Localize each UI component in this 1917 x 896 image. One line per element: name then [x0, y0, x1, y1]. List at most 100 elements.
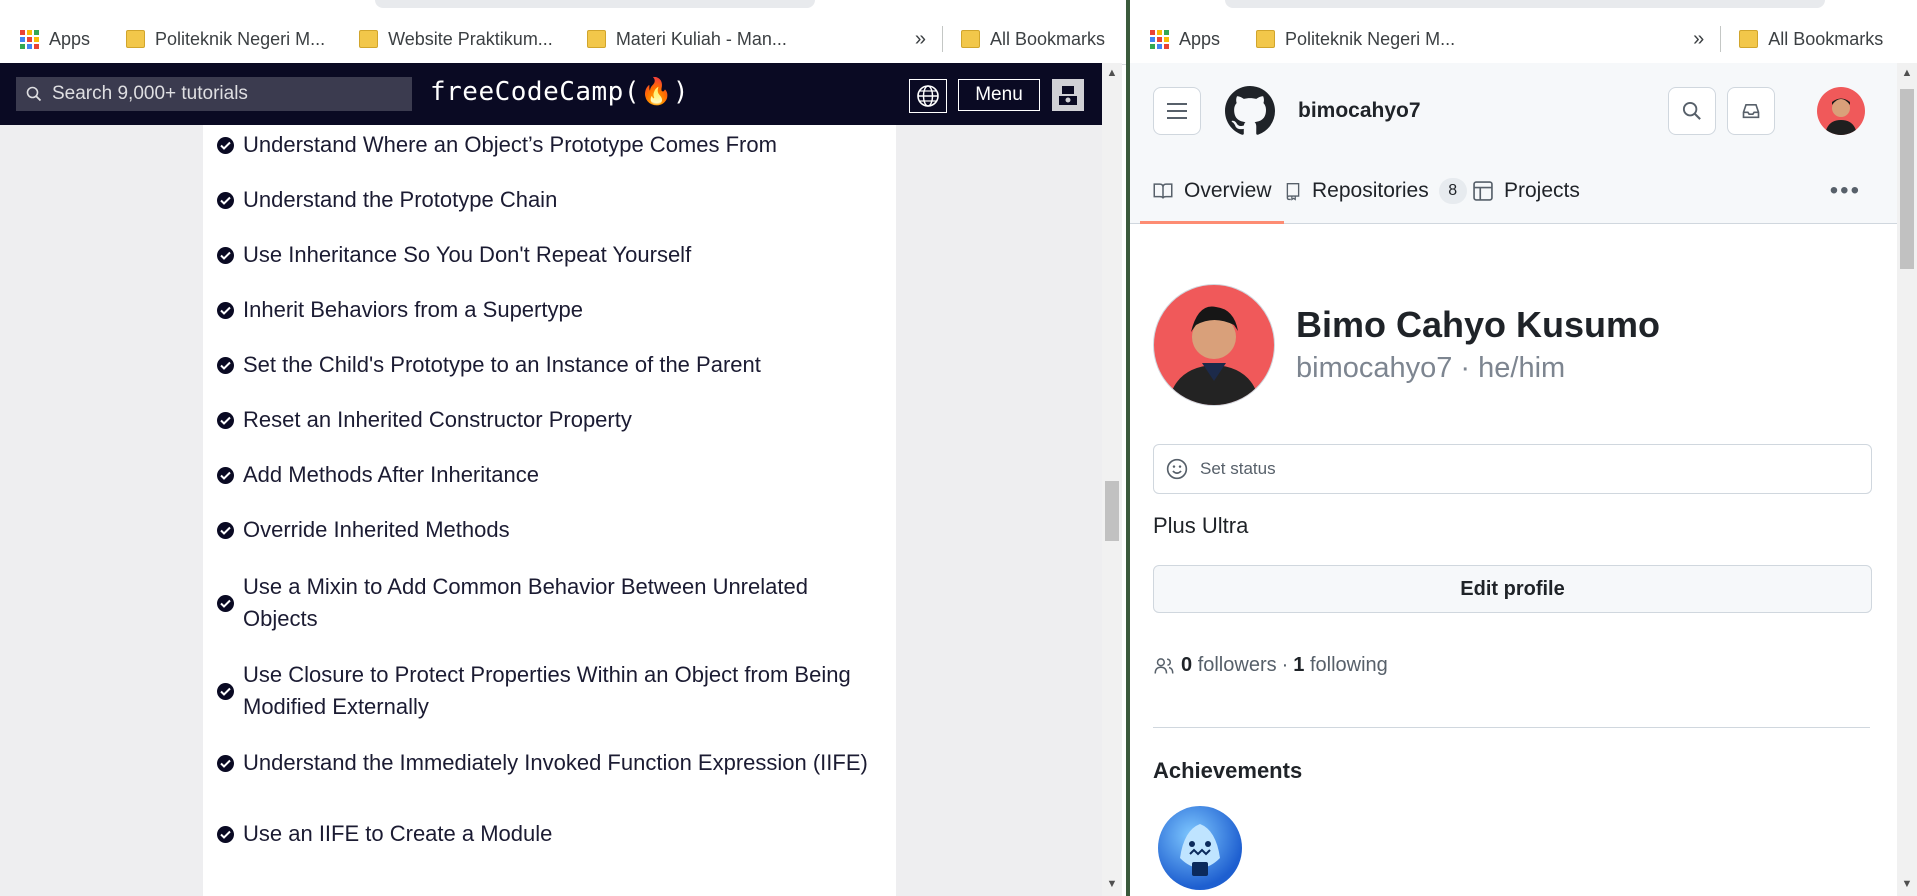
bookmark-label: All Bookmarks	[990, 28, 1106, 49]
tab-repositories[interactable]: Repositories 8	[1272, 161, 1479, 221]
profile-handle: bimocahyo7 · he/him	[1296, 352, 1566, 384]
lesson-list-card: Understand Where an Object’s Prototype C…	[203, 125, 896, 896]
fcc-logo[interactable]: freeCodeCamp(🔥)	[430, 77, 689, 107]
fcc-content-area: Understand Where an Object’s Prototype C…	[0, 125, 1102, 896]
search-placeholder: Search 9,000+ tutorials	[52, 83, 248, 104]
section-divider	[1153, 727, 1870, 728]
lesson-item[interactable]: Understand the Immediately Invoked Funct…	[217, 747, 877, 779]
lesson-item[interactable]: Set the Child's Prototype to an Instance…	[217, 349, 877, 381]
left-scrollbar[interactable]: ▲ ▼	[1102, 63, 1122, 896]
hamburger-menu-button[interactable]	[1153, 87, 1201, 135]
tab-overview[interactable]: Overview	[1140, 161, 1284, 224]
scroll-down-arrow-icon[interactable]: ▼	[1102, 878, 1122, 890]
github-logo-icon[interactable]	[1225, 86, 1275, 141]
lesson-title: Override Inherited Methods	[243, 517, 510, 542]
followers-link[interactable]: 0 followers	[1181, 654, 1277, 677]
following-link[interactable]: 1 following	[1293, 654, 1388, 677]
tab-label: Repositories	[1312, 179, 1429, 202]
avatar-icon	[1059, 86, 1077, 105]
bookmark-apps[interactable]: Apps	[0, 29, 100, 50]
followers-count: 0	[1181, 654, 1193, 676]
lesson-title: Understand the Immediately Invoked Funct…	[243, 750, 868, 775]
scroll-up-arrow-icon[interactable]: ▲	[1897, 67, 1917, 79]
bookmark-label: Materi Kuliah - Man...	[615, 28, 787, 49]
lesson-title: Use Inheritance So You Don't Repeat Your…	[243, 242, 692, 267]
set-status-button[interactable]: Set status	[1153, 444, 1872, 494]
github-header: bimocahyo7 Overview Repositories 8 Proje…	[1130, 63, 1897, 224]
menu-button[interactable]: Menu	[958, 79, 1040, 111]
lesson-item[interactable]: Override Inherited Methods	[217, 514, 877, 546]
folder-icon	[126, 30, 146, 48]
table-icon	[1473, 181, 1493, 201]
more-options-icon[interactable]: •••	[1830, 177, 1861, 205]
follow-stats: 0 followers · 1 following	[1153, 654, 1388, 677]
language-button[interactable]	[909, 79, 947, 113]
header-username[interactable]: bimocahyo7	[1298, 99, 1421, 123]
status-placeholder: Set status	[1200, 459, 1276, 478]
achievement-badge-shark-icon[interactable]	[1158, 806, 1242, 890]
left-browser-window: Apps Politeknik Negeri M... Website Prak…	[0, 0, 1126, 896]
scroll-down-arrow-icon[interactable]: ▼	[1897, 878, 1917, 890]
bookmark-item[interactable]: Politeknik Negeri M...	[1246, 29, 1465, 50]
right-browser-window: Apps Politeknik Negeri M... » All Bookma…	[1130, 0, 1917, 896]
lesson-item[interactable]: Reset an Inherited Constructor Property	[217, 404, 877, 436]
tab-label: Overview	[1184, 179, 1272, 202]
bookmarks-separator	[1720, 26, 1722, 52]
tab-label: Projects	[1504, 179, 1580, 202]
scrollbar-thumb[interactable]	[1105, 481, 1119, 541]
user-avatar-button[interactable]	[1052, 79, 1084, 111]
user-avatar[interactable]	[1817, 87, 1865, 135]
bookmark-label: Apps	[49, 28, 91, 49]
fcc-search-bar[interactable]: Search 9,000+ tutorials	[16, 77, 412, 111]
all-bookmarks-button[interactable]: All Bookmarks	[1729, 29, 1893, 50]
search-button[interactable]	[1668, 87, 1716, 135]
following-count: 1	[1293, 654, 1305, 676]
lesson-item[interactable]: Understand Where an Object’s Prototype C…	[217, 129, 877, 161]
tab-projects[interactable]: Projects	[1460, 161, 1592, 221]
folder-icon	[586, 30, 606, 48]
follow-separator: ·	[1281, 654, 1289, 676]
lesson-title: Set the Child's Prototype to an Instance…	[243, 352, 761, 377]
profile-tabs: Overview Repositories 8 Projects •••	[1130, 161, 1897, 224]
achievements-heading: Achievements	[1153, 758, 1303, 783]
bookmark-item[interactable]: Politeknik Negeri M...	[116, 29, 335, 50]
folder-icon	[961, 30, 980, 48]
hamburger-icon	[1167, 103, 1187, 119]
lesson-item[interactable]: Use an IIFE to Create a Module	[217, 818, 877, 850]
check-circle-icon	[217, 825, 234, 843]
bookmarks-overflow-button[interactable]: »	[1685, 28, 1712, 51]
lesson-item[interactable]: Use a Mixin to Add Common Behavior Betwe…	[217, 571, 877, 635]
inbox-button[interactable]	[1727, 87, 1775, 135]
profile-bio: Plus Ultra	[1153, 513, 1249, 538]
people-icon	[1154, 657, 1174, 674]
fcc-navbar: Search 9,000+ tutorials freeCodeCamp(🔥) …	[0, 63, 1102, 125]
check-circle-icon	[217, 191, 234, 209]
lesson-title: Add Methods After Inheritance	[243, 462, 539, 487]
right-scrollbar[interactable]: ▲ ▼	[1897, 63, 1917, 896]
inbox-icon	[1742, 103, 1760, 119]
lesson-item[interactable]: Use Closure to Protect Properties Within…	[217, 659, 877, 723]
edit-profile-button[interactable]: Edit profile	[1153, 565, 1872, 613]
folder-icon	[1256, 30, 1276, 48]
scroll-up-arrow-icon[interactable]: ▲	[1102, 67, 1122, 79]
profile-avatar[interactable]	[1153, 284, 1275, 406]
bookmark-item[interactable]: Website Praktikum...	[349, 29, 563, 50]
apps-icon	[20, 29, 39, 49]
lesson-item[interactable]: Use Inheritance So You Don't Repeat Your…	[217, 239, 877, 271]
globe-icon	[917, 85, 939, 107]
scrollbar-thumb[interactable]	[1900, 89, 1914, 269]
bookmark-apps[interactable]: Apps	[1130, 29, 1230, 50]
check-circle-icon	[217, 682, 234, 700]
lesson-item[interactable]: Add Methods After Inheritance	[217, 459, 877, 491]
bookmark-item[interactable]: Materi Kuliah - Man...	[577, 29, 797, 50]
lesson-item[interactable]: Inherit Behaviors from a Supertype	[217, 294, 877, 326]
all-bookmarks-button[interactable]: All Bookmarks	[951, 29, 1115, 50]
check-circle-icon	[217, 594, 234, 612]
repo-icon	[1286, 183, 1300, 201]
search-icon	[26, 86, 42, 102]
lesson-item[interactable]: Understand the Prototype Chain	[217, 184, 877, 216]
lesson-title: Reset an Inherited Constructor Property	[243, 407, 632, 432]
check-circle-icon	[217, 136, 234, 154]
check-circle-icon	[217, 356, 234, 374]
bookmarks-overflow-button[interactable]: »	[907, 28, 934, 51]
